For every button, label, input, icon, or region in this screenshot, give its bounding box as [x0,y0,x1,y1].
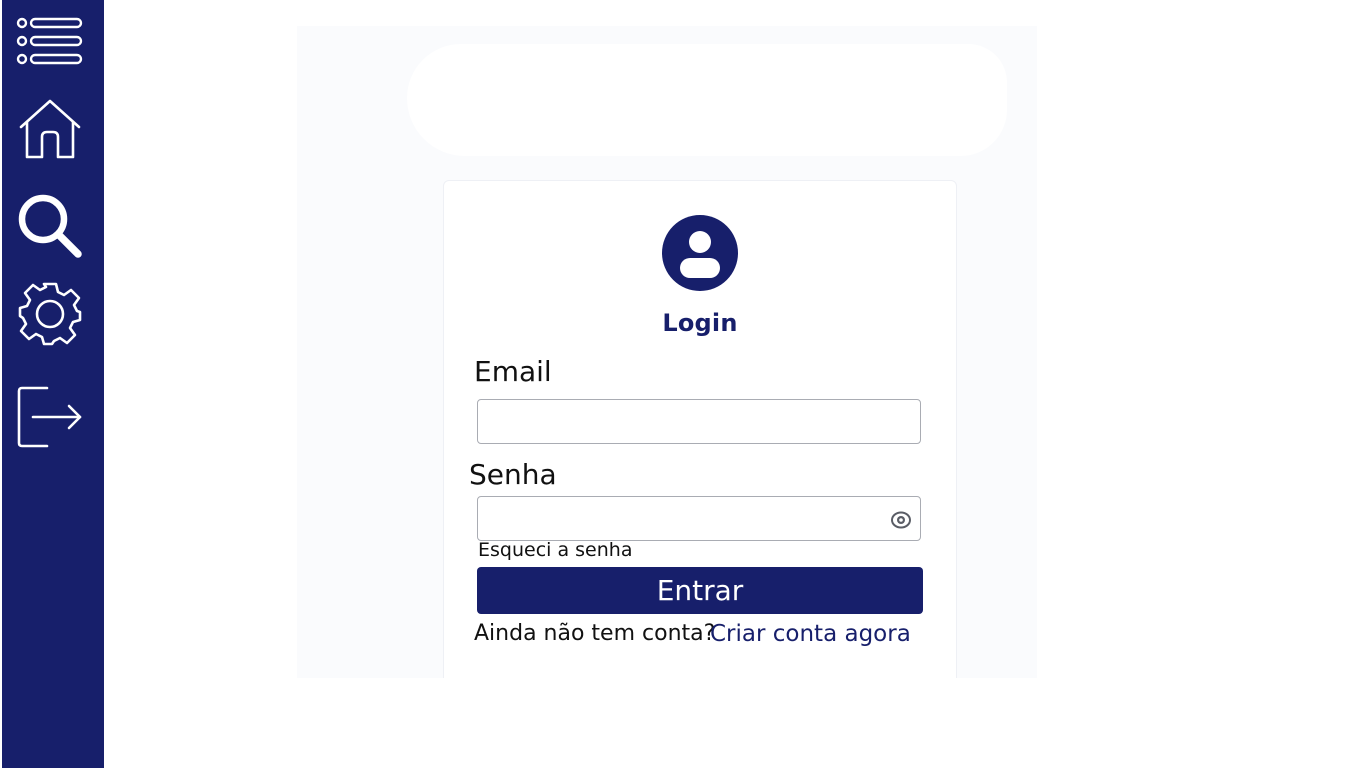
logout-icon [17,384,83,450]
home-icon [18,97,82,161]
password-field[interactable] [477,496,921,541]
list-icon [16,16,84,66]
sidebar-item-search[interactable] [12,190,88,262]
login-title: Login [662,309,738,337]
password-label: Senha [469,458,557,491]
sidebar [2,0,104,768]
header-banner [407,44,1007,156]
create-account-link[interactable]: Criar conta agora [710,621,911,647]
user-avatar-icon [661,214,739,292]
email-field[interactable] [477,399,921,444]
gear-icon [17,281,83,347]
show-password-eye-icon[interactable] [890,511,912,529]
login-submit-button[interactable]: Entrar [477,567,923,614]
login-screen: Login Email Senha Esqueci a senha Entrar… [297,26,1037,678]
sidebar-item-logout[interactable] [12,381,88,453]
search-icon [17,193,83,259]
forgot-password-link[interactable]: Esqueci a senha [478,539,632,561]
email-label: Email [474,355,552,388]
sidebar-item-home[interactable] [12,93,88,165]
signup-prompt: Ainda não tem conta? [474,621,716,646]
sidebar-item-menu[interactable] [12,5,88,77]
sidebar-item-settings[interactable] [12,278,88,350]
login-card: Login Email Senha Esqueci a senha Entrar… [443,180,957,678]
